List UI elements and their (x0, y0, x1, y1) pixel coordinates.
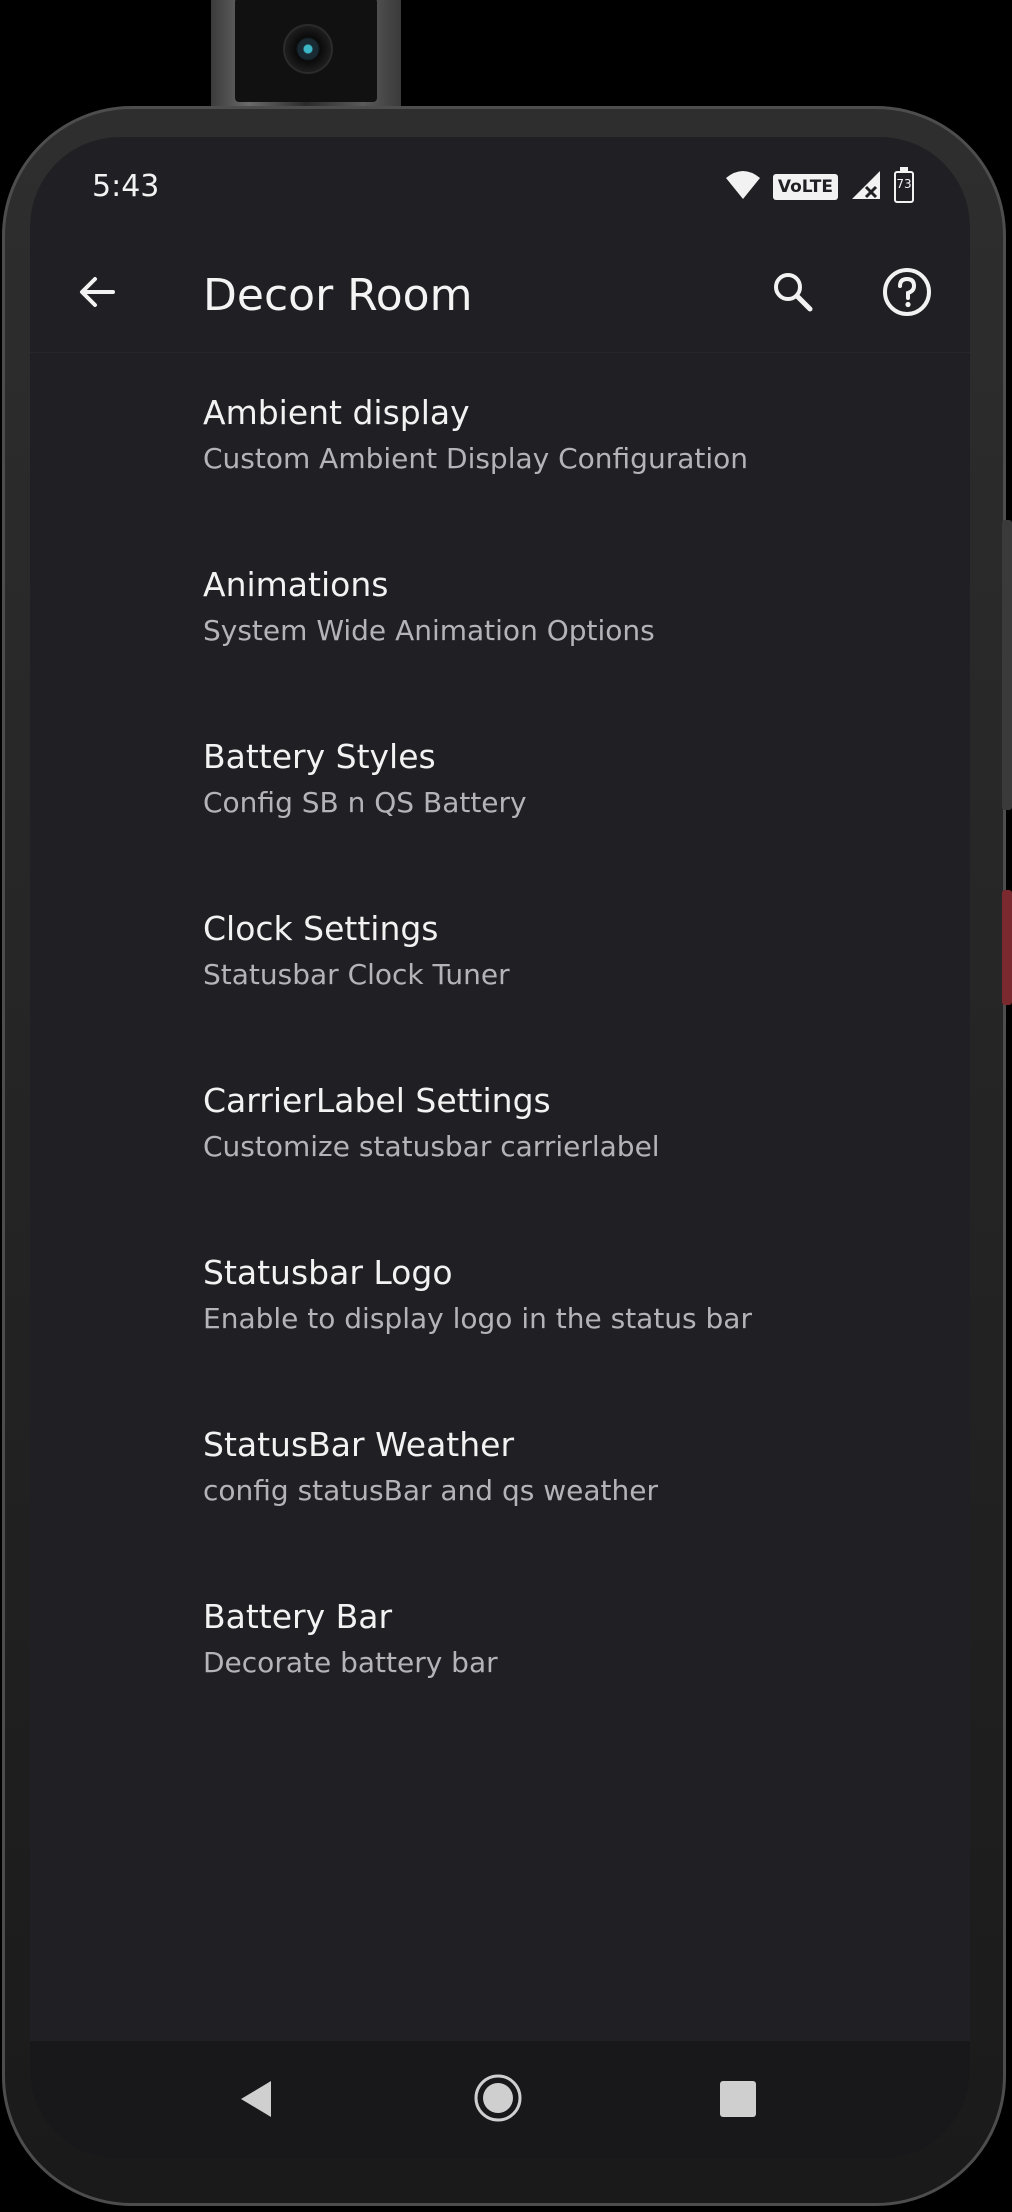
camera-lens-icon (283, 24, 333, 74)
nav-recents-icon[interactable] (720, 2081, 756, 2117)
setting-summary: Custom Ambient Display Configuration (203, 442, 749, 475)
help-icon (882, 267, 932, 321)
setting-summary: Statusbar Clock Tuner (203, 958, 510, 991)
setting-title: Ambient display (203, 393, 470, 432)
search-icon (771, 270, 815, 318)
page-title: Decor Room (203, 270, 473, 321)
settings-list: Ambient display Custom Ambient Display C… (30, 353, 970, 1729)
setting-title: Battery Styles (203, 737, 436, 776)
back-arrow-icon (77, 272, 117, 316)
nav-home-icon[interactable] (473, 2073, 523, 2123)
setting-title: CarrierLabel Settings (203, 1081, 551, 1120)
setting-summary: config statusBar and qs weather (203, 1474, 658, 1507)
status-time: 5:43 (92, 169, 160, 204)
help-button[interactable] (876, 263, 938, 325)
battery-icon: 73 (894, 167, 914, 203)
setting-title: Animations (203, 565, 389, 604)
power-button (1002, 890, 1012, 1005)
setting-battery-styles[interactable]: Battery Styles Config SB n QS Battery (30, 697, 970, 869)
setting-carrierlabel-settings[interactable]: CarrierLabel Settings Customize statusba… (30, 1041, 970, 1213)
setting-animations[interactable]: Animations System Wide Animation Options (30, 525, 970, 697)
setting-summary: Customize statusbar carrierlabel (203, 1130, 660, 1163)
setting-statusbar-weather[interactable]: StatusBar Weather config statusBar and q… (30, 1385, 970, 1557)
setting-title: Clock Settings (203, 909, 439, 948)
setting-clock-settings[interactable]: Clock Settings Statusbar Clock Tuner (30, 869, 970, 1041)
setting-summary: System Wide Animation Options (203, 614, 655, 647)
setting-title: StatusBar Weather (203, 1425, 515, 1464)
setting-summary: Enable to display logo in the status bar (203, 1302, 752, 1335)
status-bar: 5:43 VoLTE 73 (30, 137, 970, 237)
setting-statusbar-logo[interactable]: Statusbar Logo Enable to display logo in… (30, 1213, 970, 1385)
setting-title: Statusbar Logo (203, 1253, 453, 1292)
setting-title: Battery Bar (203, 1597, 393, 1636)
toolbar: Decor Room (30, 237, 970, 353)
navigation-bar (30, 2041, 970, 2159)
search-button[interactable] (762, 263, 824, 325)
status-icons: VoLTE 73 (725, 167, 914, 205)
battery-level: 73 (896, 177, 912, 191)
camera-housing (235, 0, 377, 102)
signal-icon (850, 169, 882, 205)
popup-camera (211, 0, 401, 115)
setting-ambient-display[interactable]: Ambient display Custom Ambient Display C… (30, 353, 970, 525)
screen: 5:43 VoLTE 73 Decor Room Ambient display… (30, 137, 970, 2159)
setting-summary: Config SB n QS Battery (203, 786, 527, 819)
back-button[interactable] (66, 263, 128, 325)
volume-button (1002, 520, 1012, 810)
nav-back-icon[interactable] (235, 2077, 279, 2121)
volte-icon: VoLTE (772, 174, 838, 200)
setting-battery-bar[interactable]: Battery Bar Decorate battery bar (30, 1557, 970, 1729)
setting-summary: Decorate battery bar (203, 1646, 498, 1679)
wifi-icon (725, 170, 761, 204)
